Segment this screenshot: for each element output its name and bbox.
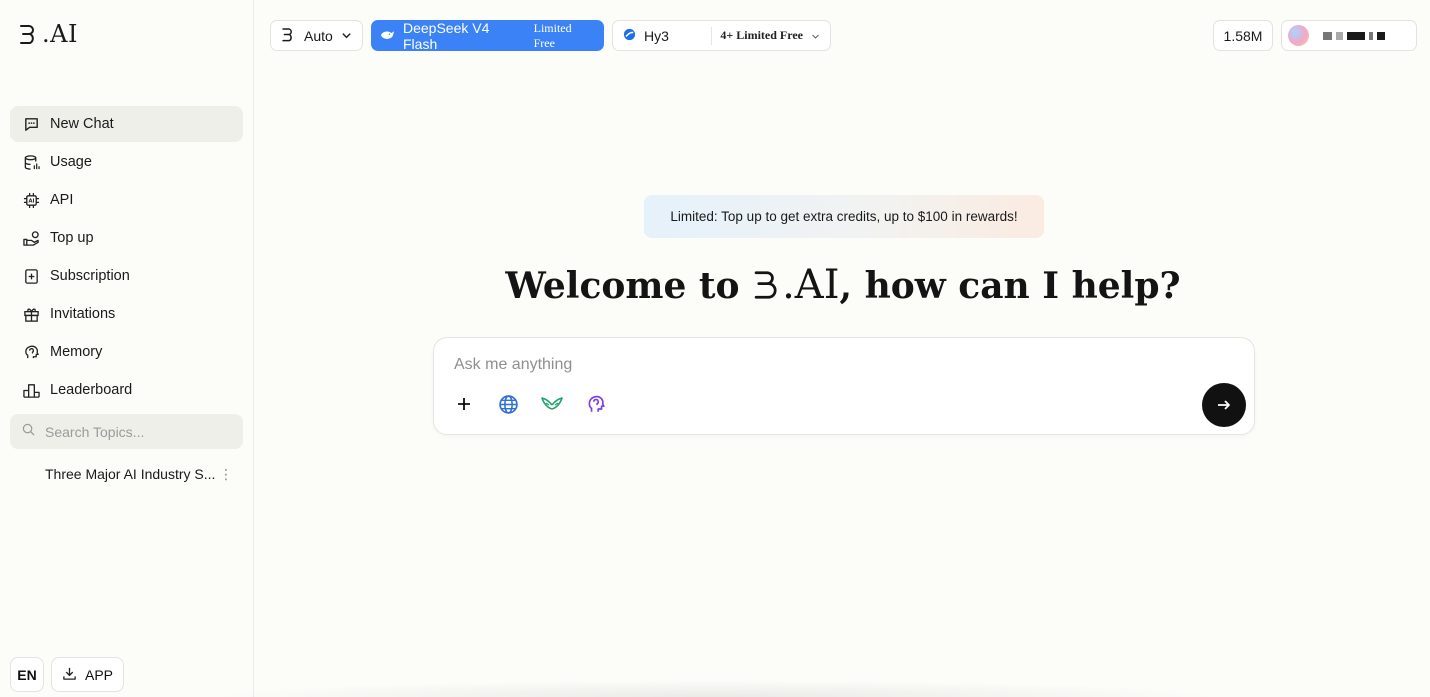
sidebar-nav: New Chat Usage AI API Top up Subscriptio… <box>10 106 243 410</box>
sidebar-item-label: Memory <box>50 344 103 360</box>
chevron-down-icon <box>811 28 820 44</box>
sidebar-item-memory[interactable]: Memory <box>10 334 243 370</box>
app-root: .AI New Chat Usage AI API Top up Subscri… <box>0 0 1430 697</box>
brand-text: .AI <box>42 20 78 48</box>
sidebar-item-label: Subscription <box>50 268 130 284</box>
chevron-down-icon <box>341 28 352 44</box>
attach-button[interactable] <box>452 392 476 416</box>
web-search-button[interactable] <box>496 392 520 416</box>
model-badge: 4+ Limited Free <box>720 28 803 42</box>
account-menu[interactable] <box>1281 20 1417 51</box>
welcome-brand: .AI <box>752 262 840 308</box>
send-button[interactable] <box>1202 383 1246 427</box>
mode-label: Auto <box>304 27 333 44</box>
chat-composer <box>433 337 1255 435</box>
deep-think-button[interactable] <box>584 392 608 416</box>
download-app-button[interactable]: APP <box>51 657 124 692</box>
sidebar-item-leaderboard[interactable]: Leaderboard <box>10 372 243 408</box>
promo-banner[interactable]: Limited: Top up to get extra credits, up… <box>644 195 1044 238</box>
arrow-right-icon <box>1218 400 1230 410</box>
gift-icon <box>22 305 40 323</box>
topic-list-item[interactable]: Three Major AI Industry S... ⋮ <box>10 458 243 490</box>
more-options-icon[interactable]: ⋮ <box>219 467 233 481</box>
sidebar-footer: EN APP <box>10 657 124 692</box>
redacted-username <box>1323 31 1385 40</box>
model-name: Hy3 <box>644 27 669 44</box>
chat-input[interactable] <box>452 352 1152 378</box>
welcome-brand-text: .AI <box>782 262 840 308</box>
subscription-icon <box>22 267 40 285</box>
mode-selector[interactable]: Auto <box>270 20 363 51</box>
globe-icon <box>498 394 518 414</box>
bottom-shadow <box>200 680 1230 697</box>
avatar <box>1288 25 1309 46</box>
download-app-label: APP <box>84 666 113 683</box>
wings-icon <box>541 397 563 410</box>
welcome-prefix: Welcome to <box>505 265 753 307</box>
language-button[interactable]: EN <box>10 657 44 692</box>
plus-icon <box>458 398 470 410</box>
model-chip-hy3[interactable]: Hy3 4+ Limited Free <box>612 20 831 51</box>
hy3-badge-group: 4+ Limited Free <box>711 26 820 45</box>
sidebar-item-label: Top up <box>50 230 94 246</box>
database-icon <box>22 153 40 171</box>
podium-icon <box>22 381 40 399</box>
model-chip-deepseek[interactable]: DeepSeek V4 Flash Limited Free <box>371 19 604 52</box>
brain-icon <box>588 395 605 412</box>
svg-text:AI: AI <box>28 198 34 204</box>
welcome-suffix: , how can I help? <box>839 265 1181 307</box>
model-badge: Limited Free <box>533 20 572 50</box>
topic-title: Three Major AI Industry S... <box>45 466 216 482</box>
sidebar-item-top-up[interactable]: Top up <box>10 220 243 256</box>
brand-mark-icon <box>281 27 296 45</box>
brain-icon <box>22 343 40 361</box>
sidebar-item-new-chat[interactable]: New Chat <box>10 106 243 142</box>
sidebar-item-api[interactable]: AI API <box>10 182 243 218</box>
brand-mark-icon <box>754 271 777 299</box>
hy3-logo-icon <box>623 28 636 44</box>
sidebar-item-invitations[interactable]: Invitations <box>10 296 243 332</box>
sidebar-item-label: New Chat <box>50 116 114 132</box>
search-input[interactable] <box>43 422 223 441</box>
page-title: Welcome to .AI, how can I help? <box>430 258 1256 313</box>
composer-tools <box>452 392 608 416</box>
hand-coin-icon <box>22 229 40 247</box>
sidebar-item-label: API <box>50 192 74 208</box>
topic-search <box>10 414 243 449</box>
sidebar-item-label: Invitations <box>50 306 116 322</box>
download-icon <box>62 666 77 684</box>
sidebar: .AI New Chat Usage AI API Top up Subscri… <box>0 0 254 697</box>
chip-icon: AI <box>22 191 40 209</box>
brand-mark-icon <box>20 25 34 44</box>
model-name: DeepSeek V4 Flash <box>403 19 490 52</box>
brand-logo[interactable]: .AI <box>18 18 78 50</box>
sidebar-item-usage[interactable]: Usage <box>10 144 243 180</box>
sidebar-item-label: Usage <box>50 154 92 170</box>
sidebar-item-subscription[interactable]: Subscription <box>10 258 243 294</box>
sidebar-item-label: Leaderboard <box>50 382 133 398</box>
chat-bubble-icon <box>22 115 40 133</box>
hy3-model: Hy3 <box>623 28 669 44</box>
model-selector-bar: Auto DeepSeek V4 Flash Limited Free Hy3 … <box>270 19 831 52</box>
wings-mode-button[interactable] <box>540 392 564 416</box>
search-icon <box>22 423 35 441</box>
whale-icon <box>380 28 395 44</box>
credits-balance[interactable]: 1.58M <box>1213 20 1273 51</box>
